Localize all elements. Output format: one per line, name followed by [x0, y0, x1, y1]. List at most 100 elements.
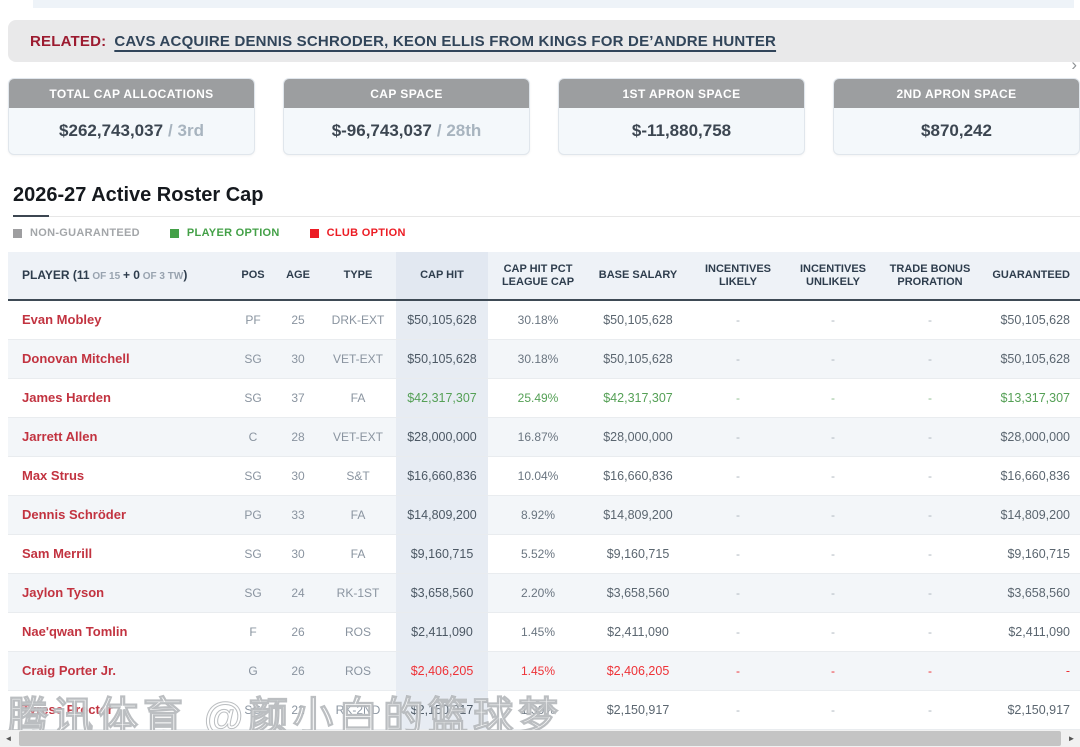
scroll-left-arrow-icon[interactable]: ◄: [0, 730, 17, 747]
cap-hit-value: $28,000,000: [396, 417, 488, 456]
player-age: 37: [276, 378, 320, 417]
player-age: 28: [276, 417, 320, 456]
player-row: Donovan Mitchell SG 30 VET-EXT $50,105,6…: [8, 339, 1080, 378]
incentives-unlikely-value: -: [788, 495, 878, 534]
incentives-likely-value: -: [688, 651, 788, 690]
trade-bonus-value: -: [878, 456, 982, 495]
base-salary-value: $14,809,200: [588, 495, 688, 534]
table-header-row: PLAYER (11 OF 15 + 0 OF 3 TW) POS AGE TY…: [8, 252, 1080, 300]
legend-player-option: PLAYER OPTION: [170, 227, 280, 239]
column-header-cap-hit[interactable]: CAP HIT: [396, 252, 488, 300]
player-age: 26: [276, 651, 320, 690]
cap-hit-pct-value: 1.45%: [488, 612, 588, 651]
player-name-link[interactable]: Max Strus: [8, 456, 230, 495]
card-2nd-apron-space: 2ND APRON SPACE $870,242: [833, 78, 1080, 155]
player-position: SG: [230, 339, 276, 378]
player-name-link[interactable]: Donovan Mitchell: [8, 339, 230, 378]
guaranteed-value: $13,317,307: [982, 378, 1080, 417]
base-salary-value: $2,150,917: [588, 690, 688, 729]
player-name-link[interactable]: Nae'qwan Tomlin: [8, 612, 230, 651]
column-header-guaranteed[interactable]: GUARANTEED: [982, 252, 1080, 300]
base-salary-value: $42,317,307: [588, 378, 688, 417]
chevron-right-icon[interactable]: ›: [1071, 56, 1077, 73]
incentives-unlikely-value: -: [788, 300, 878, 339]
player-name-link[interactable]: James Harden: [8, 378, 230, 417]
player-contract-type: VET-EXT: [320, 417, 396, 456]
legend: NON-GUARANTEED PLAYER OPTION CLUB OPTION: [13, 227, 406, 239]
incentives-likely-value: -: [688, 534, 788, 573]
cap-hit-value: $16,660,836: [396, 456, 488, 495]
guaranteed-value: $28,000,000: [982, 417, 1080, 456]
column-header-pos[interactable]: POS: [230, 252, 276, 300]
incentives-likely-value: -: [688, 378, 788, 417]
guaranteed-value: $16,660,836: [982, 456, 1080, 495]
legend-label: CLUB OPTION: [327, 227, 406, 239]
cap-hit-value: $42,317,307: [396, 378, 488, 417]
trade-bonus-value: -: [878, 651, 982, 690]
incentives-likely-value: -: [688, 417, 788, 456]
player-name-link[interactable]: Tyrese Proctor: [8, 690, 230, 729]
player-contract-type: RK-1ST: [320, 573, 396, 612]
player-position: SG: [230, 456, 276, 495]
player-position: F: [230, 612, 276, 651]
player-name-link[interactable]: Craig Porter Jr.: [8, 651, 230, 690]
player-name-link[interactable]: Jaylon Tyson: [8, 573, 230, 612]
player-contract-type: ROS: [320, 651, 396, 690]
green-square-icon: [170, 229, 179, 238]
player-row: Nae'qwan Tomlin F 26 ROS $2,411,090 1.45…: [8, 612, 1080, 651]
guaranteed-value: $14,809,200: [982, 495, 1080, 534]
trade-bonus-value: -: [878, 690, 982, 729]
column-header-incentives-likely[interactable]: INCENTIVES LIKELY: [688, 252, 788, 300]
card-cap-space: CAP SPACE $-96,743,037 / 28th: [283, 78, 530, 155]
player-position: G: [230, 651, 276, 690]
card-title: TOTAL CAP ALLOCATIONS: [9, 79, 254, 108]
player-name-link[interactable]: Dennis Schröder: [8, 495, 230, 534]
column-header-trade-bonus[interactable]: TRADE BONUS PRORATION: [878, 252, 982, 300]
card-value: $-96,743,037: [332, 121, 432, 141]
player-name-link[interactable]: Sam Merrill: [8, 534, 230, 573]
related-article-link[interactable]: CAVS ACQUIRE DENNIS SCHRODER, KEON ELLIS…: [114, 33, 776, 50]
cap-hit-pct-value: 8.92%: [488, 495, 588, 534]
incentives-likely-value: -: [688, 300, 788, 339]
trade-bonus-value: -: [878, 612, 982, 651]
column-header-type[interactable]: TYPE: [320, 252, 396, 300]
cap-hit-value: $2,150,917: [396, 690, 488, 729]
player-contract-type: S&T: [320, 456, 396, 495]
player-name-link[interactable]: Jarrett Allen: [8, 417, 230, 456]
base-salary-value: $50,105,628: [588, 339, 688, 378]
related-label: RELATED:: [30, 33, 106, 50]
cap-hit-pct-value: 2.20%: [488, 573, 588, 612]
column-header-base-salary[interactable]: BASE SALARY: [588, 252, 688, 300]
card-title: CAP SPACE: [284, 79, 529, 108]
column-header-age[interactable]: AGE: [276, 252, 320, 300]
player-position: SG: [230, 378, 276, 417]
player-contract-type: DRK-EXT: [320, 300, 396, 339]
horizontal-scrollbar[interactable]: ◄ ►: [0, 730, 1080, 747]
cap-hit-pct-value: 30.18%: [488, 339, 588, 378]
player-name-link[interactable]: Evan Mobley: [8, 300, 230, 339]
scrollbar-thumb[interactable]: [19, 731, 1061, 746]
card-rank: / 3rd: [168, 121, 204, 141]
player-position: PG: [230, 495, 276, 534]
base-salary-value: $16,660,836: [588, 456, 688, 495]
incentives-unlikely-value: -: [788, 573, 878, 612]
player-row: Craig Porter Jr. G 26 ROS $2,406,205 1.4…: [8, 651, 1080, 690]
guaranteed-value: $3,658,560: [982, 573, 1080, 612]
trade-bonus-value: -: [878, 573, 982, 612]
cap-hit-value: $3,658,560: [396, 573, 488, 612]
column-header-cap-hit-pct[interactable]: CAP HIT PCT LEAGUE CAP: [488, 252, 588, 300]
cap-hit-value: $2,411,090: [396, 612, 488, 651]
cap-summary-cards: TOTAL CAP ALLOCATIONS $262,743,037 / 3rd…: [8, 78, 1080, 155]
legend-label: PLAYER OPTION: [187, 227, 280, 239]
column-header-incentives-unlikely[interactable]: INCENTIVES UNLIKELY: [788, 252, 878, 300]
card-value: $870,242: [921, 121, 992, 141]
scroll-right-arrow-icon[interactable]: ►: [1063, 730, 1080, 747]
player-row: James Harden SG 37 FA $42,317,307 25.49%…: [8, 378, 1080, 417]
player-position: C: [230, 417, 276, 456]
player-row: Max Strus SG 30 S&T $16,660,836 10.04% $…: [8, 456, 1080, 495]
page-title: 2026-27 Active Roster Cap: [13, 184, 1080, 207]
player-age: 30: [276, 456, 320, 495]
incentives-likely-value: -: [688, 339, 788, 378]
column-header-player[interactable]: PLAYER (11 OF 15 + 0 OF 3 TW): [8, 252, 230, 300]
cap-hit-pct-value: 1.30%: [488, 690, 588, 729]
